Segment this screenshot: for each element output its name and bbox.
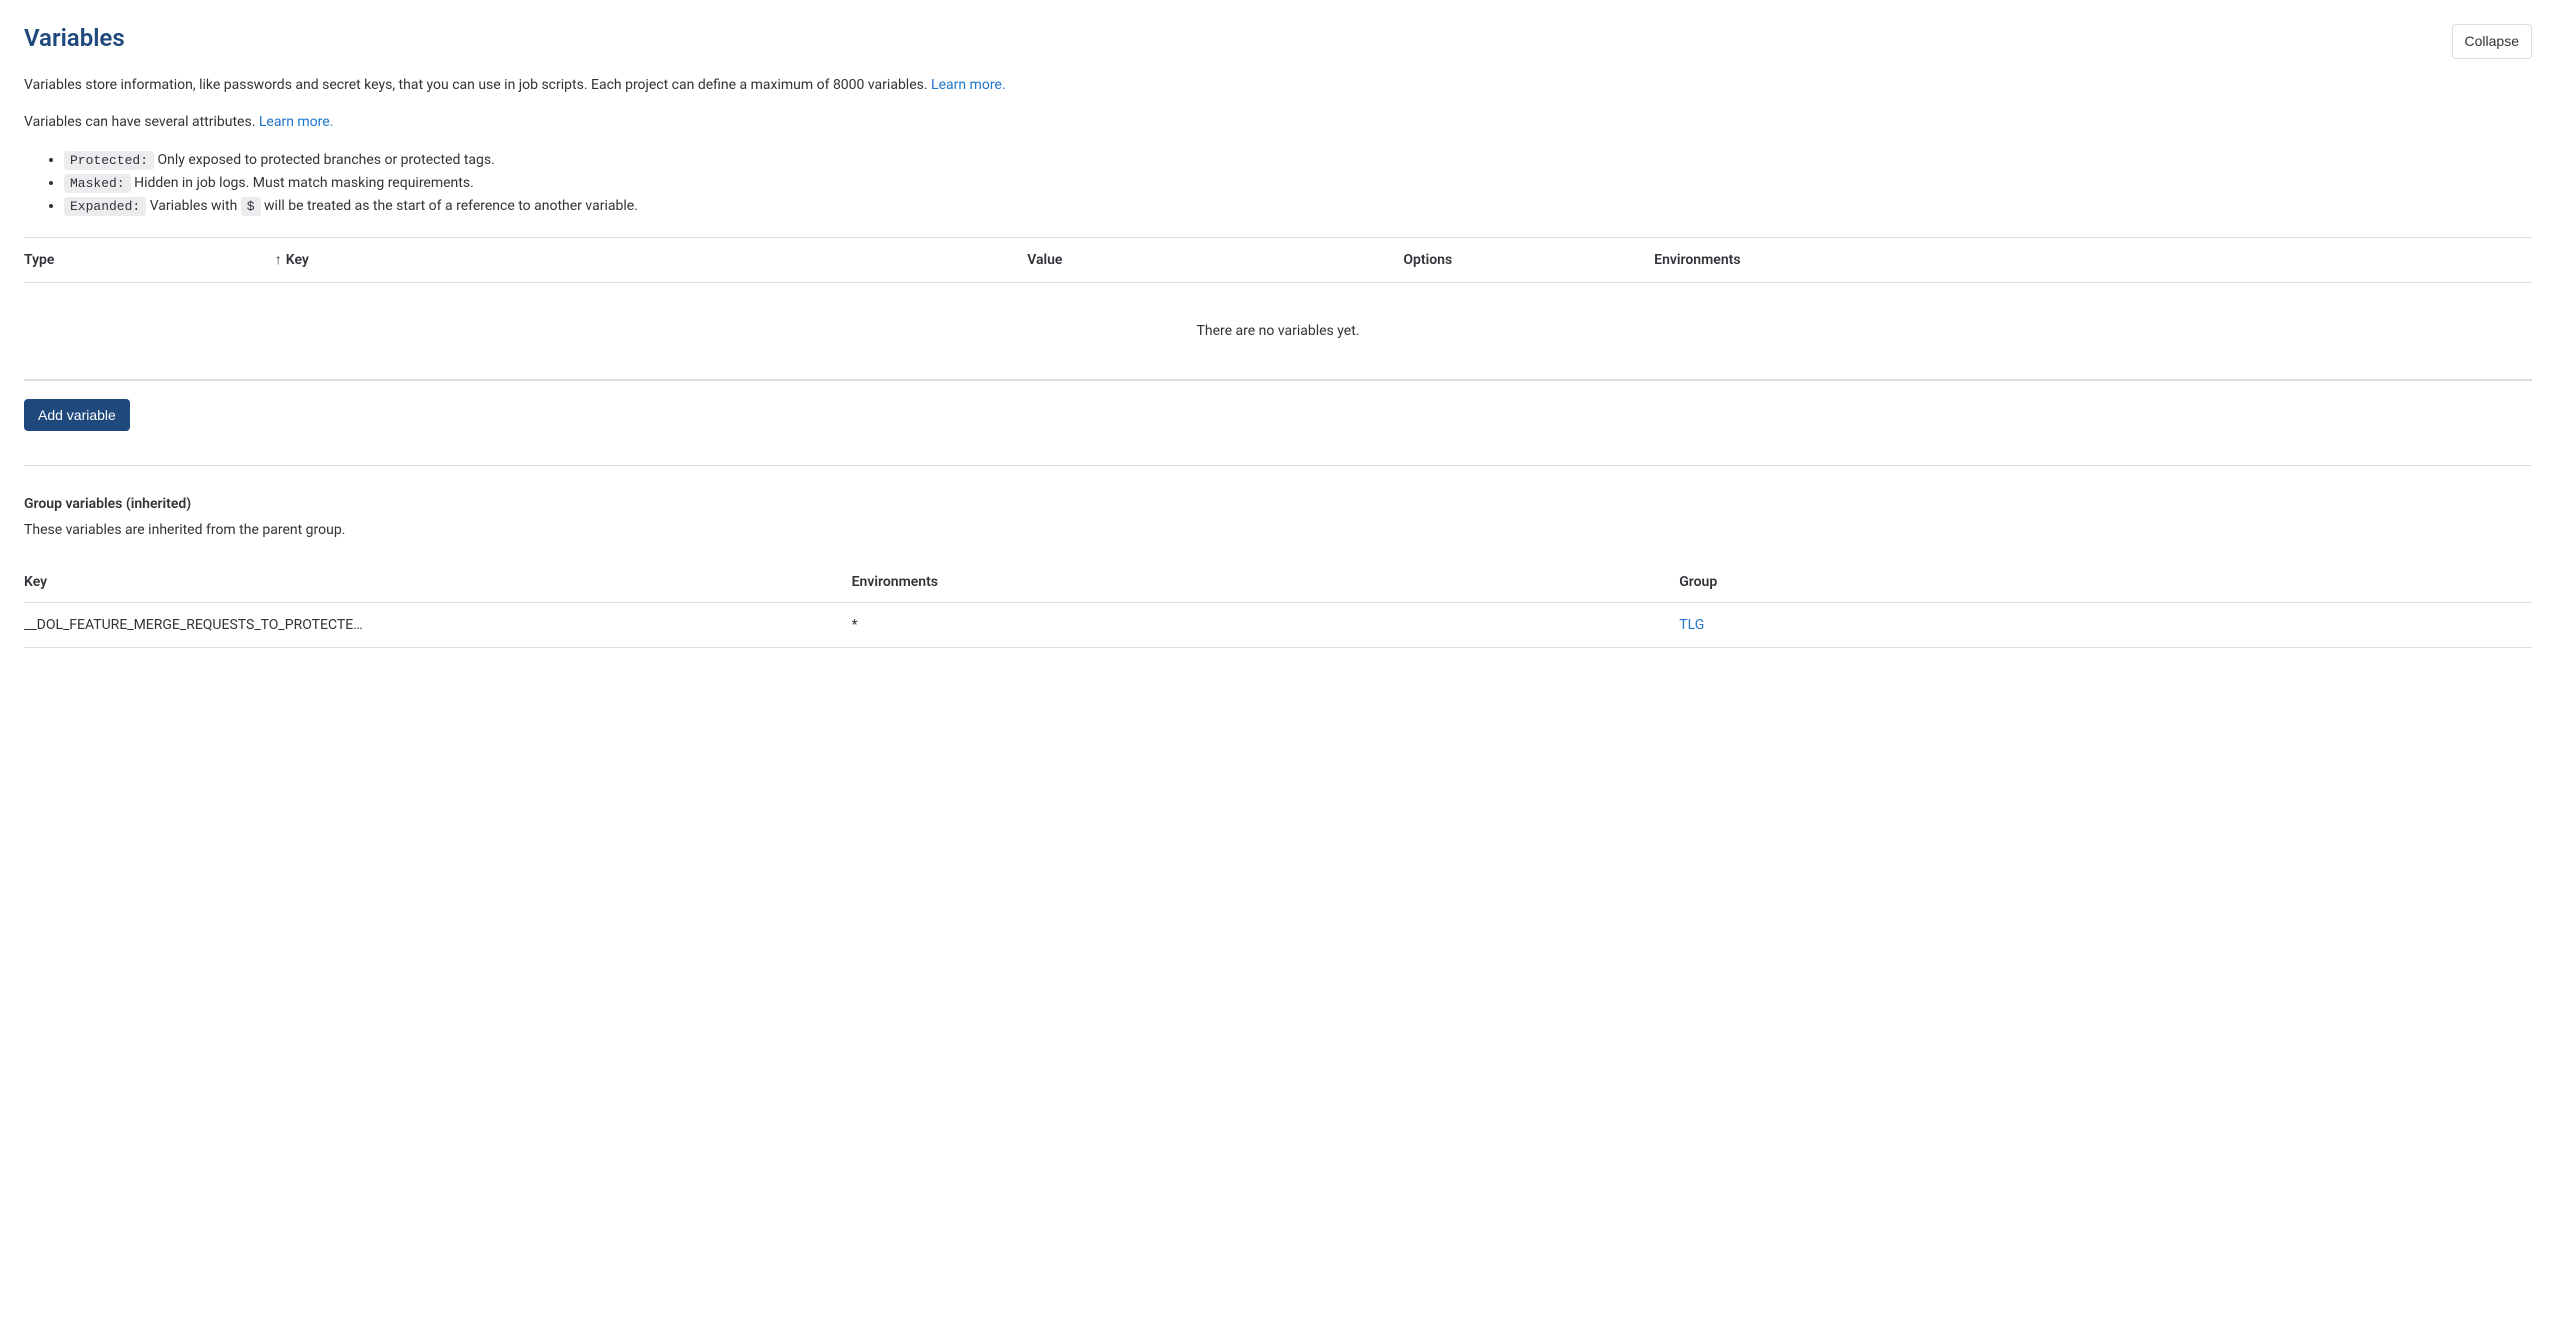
sort-ascending-icon: ↑ — [275, 253, 282, 267]
group-row-group: TLG — [1679, 617, 2532, 633]
variables-table: Type ↑ Key Value Options Environments Th… — [24, 237, 2532, 381]
attribute-expanded: Expanded: Variables with $ will be treat… — [64, 195, 2532, 218]
attributes-intro-text: Variables can have several attributes. — [24, 114, 259, 130]
table-header-key-label: Key — [286, 252, 309, 268]
group-header-environments[interactable]: Environments — [852, 574, 1680, 590]
empty-variables-message: There are no variables yet. — [24, 283, 2532, 380]
expanded-dollar-symbol: $ — [241, 197, 261, 216]
table-header-value[interactable]: Value — [1027, 252, 1403, 268]
expanded-desc-after: will be treated as the start of a refere… — [261, 198, 638, 214]
group-table-header: Key Environments Group — [24, 562, 2532, 603]
learn-more-link[interactable]: Learn more. — [931, 77, 1006, 93]
attribute-masked: Masked: Hidden in job logs. Must match m… — [64, 172, 2532, 195]
expanded-code-tag: Expanded: — [64, 197, 146, 216]
attributes-list: Protected: Only exposed to protected bra… — [24, 149, 2532, 217]
protected-description: Only exposed to protected branches or pr… — [154, 152, 495, 168]
group-header-key[interactable]: Key — [24, 574, 852, 590]
section-divider — [24, 465, 2532, 466]
attributes-learn-more-link[interactable]: Learn more. — [259, 114, 334, 130]
expanded-desc-before: Variables with — [146, 198, 241, 214]
attributes-intro: Variables can have several attributes. L… — [24, 112, 2532, 133]
masked-description: Hidden in job logs. Must match masking r… — [131, 175, 474, 191]
variables-table-header: Type ↑ Key Value Options Environments — [24, 238, 2532, 283]
group-variables-title: Group variables (inherited) — [24, 496, 2532, 512]
protected-code-tag: Protected: — [64, 151, 154, 170]
table-header-key[interactable]: ↑ Key — [275, 252, 1027, 268]
group-variables-table: Key Environments Group __DOL_FEATURE_MER… — [24, 562, 2532, 648]
table-row: __DOL_FEATURE_MERGE_REQUESTS_TO_PROTECTE… — [24, 603, 2532, 648]
group-row-key: __DOL_FEATURE_MERGE_REQUESTS_TO_PROTECTE… — [24, 617, 852, 633]
group-row-environments: * — [852, 617, 1680, 633]
variables-section-title: Variables — [24, 24, 125, 53]
table-header-environments[interactable]: Environments — [1654, 252, 2532, 268]
group-variables-description: These variables are inherited from the p… — [24, 522, 2532, 538]
group-link[interactable]: TLG — [1679, 617, 1704, 633]
description-text: Variables store information, like passwo… — [24, 77, 931, 93]
variables-description: Variables store information, like passwo… — [24, 75, 2532, 96]
table-header-type[interactable]: Type — [24, 252, 275, 268]
table-header-options[interactable]: Options — [1403, 252, 1654, 268]
add-variable-button[interactable]: Add variable — [24, 399, 130, 431]
group-header-group[interactable]: Group — [1679, 574, 2532, 590]
attribute-protected: Protected: Only exposed to protected bra… — [64, 149, 2532, 172]
collapse-button[interactable]: Collapse — [2452, 24, 2532, 59]
masked-code-tag: Masked: — [64, 174, 131, 193]
